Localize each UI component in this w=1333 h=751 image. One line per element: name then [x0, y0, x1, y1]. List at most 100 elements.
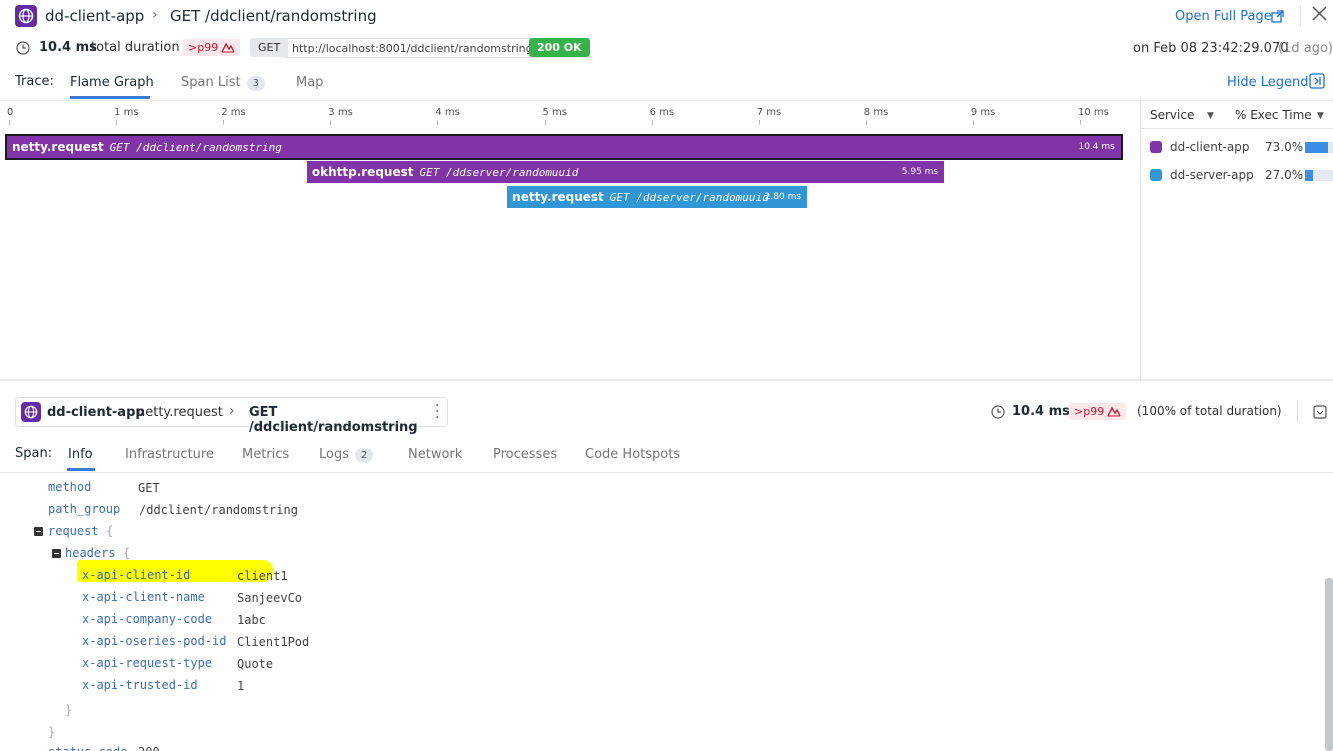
span-operation-name: netty.request	[137, 405, 223, 420]
legend-service-name: dd-client-app	[1170, 140, 1250, 154]
span-service-name[interactable]: dd-client-app	[47, 405, 145, 420]
legend-exec-pct: 27.0%	[1265, 168, 1304, 182]
service-color-swatch	[1150, 141, 1162, 153]
attr-key-headers: headers	[65, 546, 116, 560]
headers-open-brace: {	[123, 546, 131, 560]
time-axis-tick	[1080, 120, 1081, 125]
exec-time-bar-fill	[1305, 170, 1314, 181]
scrollbar-thumb[interactable]	[1325, 578, 1333, 751]
headers-close-brace: }	[65, 703, 73, 717]
caret-down-icon[interactable]: ▼	[1207, 111, 1214, 121]
tab-logs-label: Logs	[319, 447, 349, 462]
more-options-icon[interactable]: · · ·	[435, 399, 439, 425]
panel-resize-handle[interactable]	[0, 379, 1333, 381]
service-color-swatch	[1150, 169, 1162, 181]
time-axis-tick-label: 3 ms	[328, 107, 353, 118]
trace-time-ago: (1d ago)	[1278, 41, 1333, 56]
header-attr-key: x-api-trusted-id	[82, 678, 198, 692]
p99-badge: >p99	[183, 39, 241, 56]
flame-graph[interactable]: 0 1 ms 2 ms 3 ms 4 ms 5 ms 6 ms 7 ms 8 ms 9 ms 10 …	[0, 101, 1140, 379]
flame-span-name: netty.request	[12, 140, 104, 154]
active-tab-underline	[70, 96, 150, 99]
trace-tabs-label: Trace:	[15, 74, 54, 89]
time-axis-tick-label: 10 ms	[1078, 107, 1109, 118]
http-status-chip: 200 OK	[529, 38, 590, 57]
tab-flame-graph[interactable]: Flame Graph	[70, 75, 154, 90]
collapse-request-icon[interactable]	[34, 527, 43, 536]
tab-network[interactable]: Network	[408, 447, 462, 462]
tab-infrastructure[interactable]: Infrastructure	[125, 447, 214, 462]
header-attr-key: x-api-request-type	[82, 656, 213, 670]
header-attr-value[interactable]: 1	[237, 679, 244, 693]
span-pct-total: (100% of total duration)	[1137, 404, 1282, 418]
caret-down-icon[interactable]: ▼	[1317, 111, 1324, 121]
tab-map[interactable]: Map	[296, 75, 323, 90]
time-axis-tick-label: 5 ms	[542, 107, 568, 118]
flame-span-resource: GET /ddclient/randomstring	[109, 141, 282, 154]
flame-span-resource: GET /ddserver/randomuuid	[609, 191, 769, 204]
clock-icon	[991, 404, 1005, 423]
span-list-count-badge: 3	[246, 76, 265, 91]
time-axis-tick-label: 1 ms	[114, 107, 139, 118]
header-attr-value[interactable]: 1abc	[237, 613, 266, 627]
tab-span-list-label: Span List	[181, 75, 241, 90]
active-tab-underline	[67, 468, 95, 471]
time-axis-tick	[9, 120, 10, 125]
legend-exec-pct: 73.0%	[1265, 140, 1304, 154]
tab-metrics[interactable]: Metrics	[242, 447, 289, 462]
close-icon[interactable]	[1312, 6, 1327, 25]
time-axis-tick-label: 4 ms	[435, 107, 460, 118]
service-globe-icon	[15, 5, 37, 27]
request-close-brace: }	[48, 725, 56, 739]
time-axis-tick-label: 8 ms	[863, 107, 889, 118]
logs-count-badge: 2	[355, 448, 374, 463]
legend-service-name: dd-server-app	[1170, 168, 1254, 182]
header-service-name[interactable]: dd-client-app	[45, 7, 144, 25]
collapse-panel-icon[interactable]	[1309, 73, 1325, 93]
attr-val-status-code[interactable]: 200	[138, 745, 160, 751]
span-duration: 10.4 ms	[1012, 404, 1070, 419]
open-full-page-link[interactable]: Open Full Page	[1175, 9, 1272, 24]
attr-val-method[interactable]: GET	[138, 481, 160, 495]
attr-key-status-code: status_code	[48, 745, 127, 751]
p99-label: >p99	[188, 41, 219, 54]
legend-col-service[interactable]: Service	[1150, 108, 1194, 122]
header-attr-key: x-api-oseries-pod-id	[82, 634, 227, 648]
header-attr-value[interactable]: client1	[237, 569, 288, 583]
attr-val-path-group[interactable]: /ddclient/randomstring	[139, 503, 298, 517]
attr-key-method: method	[48, 480, 92, 494]
tab-code-hotspots[interactable]: Code Hotspots	[585, 447, 680, 462]
hide-legend-button[interactable]: Hide Legend	[1227, 75, 1309, 90]
time-axis-tick	[865, 120, 867, 125]
external-link-icon[interactable]	[1271, 8, 1284, 27]
span-header-divider	[1297, 400, 1298, 422]
time-axis-tick-label: 2 ms	[221, 107, 246, 118]
flame-span-bar[interactable]: netty.request GET /ddclient/randomstring 1…	[5, 134, 1123, 160]
legend-row[interactable]: dd-client-app 73.0%	[1150, 140, 1303, 154]
legend-row[interactable]: dd-server-app 27.0%	[1150, 168, 1303, 182]
collapse-headers-icon[interactable]	[52, 549, 61, 558]
header-attr-key: x-api-client-name	[82, 590, 205, 604]
tab-logs[interactable]: Logs 2	[319, 447, 374, 463]
http-url-chip[interactable]: http://localhost:8001/ddclient/randomstr…	[285, 38, 541, 58]
tab-span-list[interactable]: Span List 3	[181, 75, 265, 91]
header-attr-value[interactable]: SanjeevCo	[237, 591, 302, 605]
tab-info[interactable]: Info	[68, 447, 93, 462]
flame-span-duration: 2.80 ms	[764, 192, 802, 202]
time-axis-tick	[437, 120, 439, 125]
header-attr-value[interactable]: Quote	[237, 657, 273, 671]
span-attributes: method GET path_group /ddclient/randomst…	[0, 473, 1333, 751]
span-breadcrumb: dd-client-app netty.request › GET /ddcli…	[15, 397, 448, 435]
flame-span-bar[interactable]: netty.request GET /ddserver/randomuuid 2.8…	[507, 186, 808, 208]
http-method-chip: GET	[250, 38, 289, 57]
time-axis-tick	[330, 120, 332, 125]
header-attr-key: x-api-company-code	[82, 612, 213, 626]
flame-span-bar[interactable]: okhttp.request GET /ddserver/randomuuid 5.…	[306, 161, 945, 183]
chevron-right-icon: ›	[152, 7, 158, 23]
header-attr-value[interactable]: Client1Pod	[237, 635, 309, 649]
legend-col-exec-time[interactable]: % Exec Time	[1235, 108, 1312, 122]
time-axis-tick-label: 9 ms	[970, 107, 996, 118]
chevron-right-icon: ›	[229, 403, 235, 419]
collapse-span-icon[interactable]	[1313, 404, 1327, 423]
tab-processes[interactable]: Processes	[493, 447, 557, 462]
